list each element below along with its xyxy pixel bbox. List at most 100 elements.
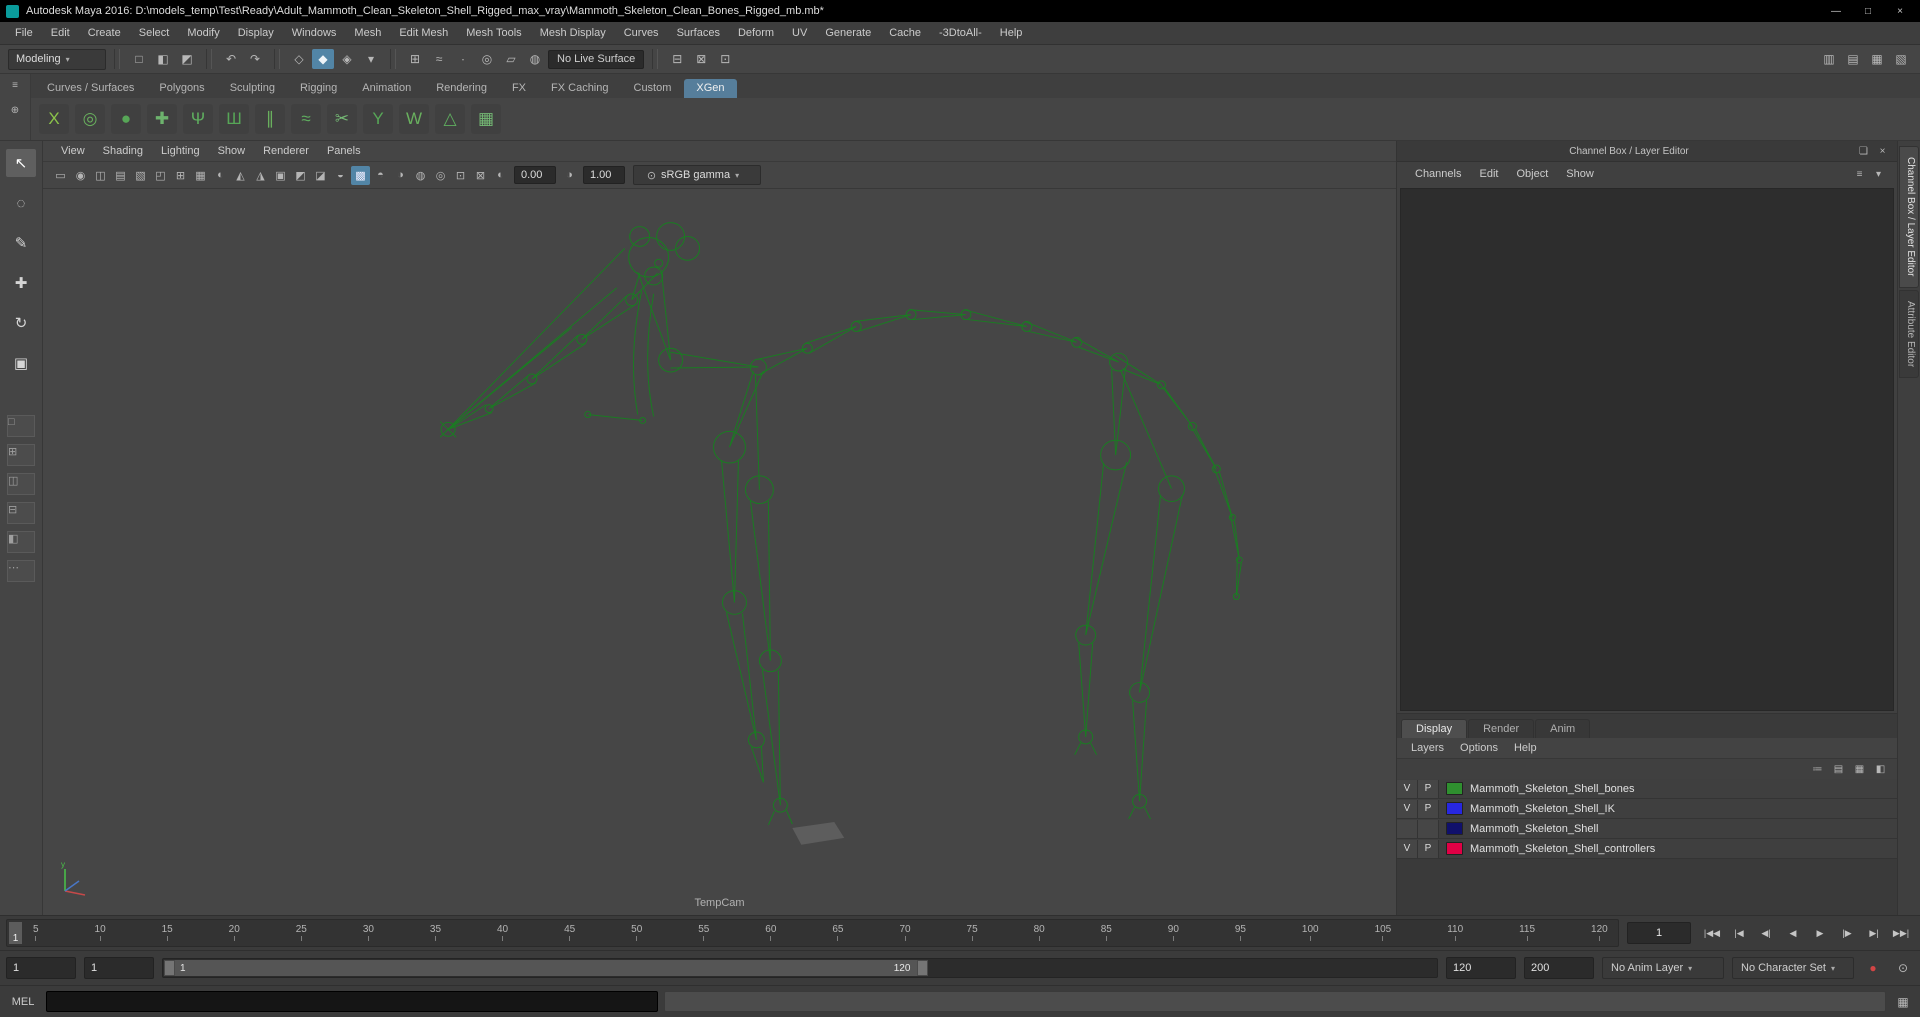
- make-live-icon[interactable]: ◍: [524, 49, 546, 69]
- layer-editor-tab[interactable]: Render: [1468, 719, 1535, 738]
- pan-zoom-icon[interactable]: ◰: [151, 166, 170, 185]
- output-operations-icon[interactable]: ⊠: [690, 49, 712, 69]
- shelf-tabs-toggle-icon[interactable]: ≡: [7, 78, 24, 93]
- status-line-separator[interactable]: [274, 49, 280, 69]
- layer-color-swatch[interactable]: [1446, 802, 1463, 815]
- four-pane-layout-icon[interactable]: ⊞: [7, 444, 35, 466]
- current-frame-field[interactable]: 1: [1627, 922, 1691, 944]
- status-line-separator[interactable]: [390, 49, 396, 69]
- step-back-frame-button[interactable]: ◀|: [1753, 922, 1779, 944]
- layer-playback-toggle[interactable]: P: [1418, 779, 1439, 798]
- xgen-shelf-icon[interactable]: ▦: [471, 104, 501, 134]
- safe-title-icon[interactable]: ◩: [291, 166, 310, 185]
- shelf-tab[interactable]: Custom: [622, 79, 684, 98]
- live-surface-field[interactable]: No Live Surface: [548, 49, 645, 69]
- xgen-shelf-icon[interactable]: W: [399, 104, 429, 134]
- scale-tool-icon[interactable]: ▣: [6, 349, 36, 377]
- snap-point-icon[interactable]: ∙: [452, 49, 474, 69]
- status-line-separator[interactable]: [114, 49, 120, 69]
- layer-row[interactable]: V P Mammoth_Skeleton_Shell_IK: [1397, 799, 1897, 819]
- range-start-handle[interactable]: [164, 960, 175, 976]
- auto-keyframe-button[interactable]: ●: [1862, 958, 1884, 978]
- character-set-dropdown[interactable]: No Character Set ▾: [1732, 957, 1854, 979]
- wireframe-icon[interactable]: ◪: [311, 166, 330, 185]
- snap-projected-center-icon[interactable]: ◎: [476, 49, 498, 69]
- shelf-tab[interactable]: Animation: [350, 79, 423, 98]
- channel-speed-icon[interactable]: ▾: [1870, 167, 1887, 182]
- range-end-handle[interactable]: [917, 960, 929, 976]
- menu-item[interactable]: UV: [783, 23, 816, 44]
- camera-attributes-icon[interactable]: ◫: [91, 166, 110, 185]
- snap-grid-icon[interactable]: ⊞: [404, 49, 426, 69]
- dock-tab[interactable]: Attribute Editor: [1899, 289, 1919, 378]
- panel-menu-item[interactable]: View: [53, 145, 93, 157]
- single-pane-layout-icon[interactable]: □: [7, 415, 35, 437]
- layer-editor-menu-item[interactable]: Options: [1452, 742, 1506, 754]
- menu-item[interactable]: Windows: [283, 23, 346, 44]
- exposure-field[interactable]: 0.00: [514, 166, 556, 184]
- menu-item[interactable]: Cache: [880, 23, 930, 44]
- gamma-icon[interactable]: ◑: [560, 166, 579, 185]
- xgen-shelf-icon[interactable]: ●: [111, 104, 141, 134]
- panel-menu-item[interactable]: Lighting: [153, 145, 208, 157]
- close-panel-icon[interactable]: ×: [1874, 144, 1891, 159]
- select-object-icon[interactable]: ◆: [312, 49, 334, 69]
- menu-item[interactable]: File: [6, 23, 42, 44]
- channel-box-menu-item[interactable]: Edit: [1471, 168, 1506, 180]
- select-tool-icon[interactable]: ↖: [6, 149, 36, 177]
- layer-playback-toggle[interactable]: P: [1418, 799, 1439, 818]
- menu-item[interactable]: Display: [229, 23, 283, 44]
- shelf-tab[interactable]: FX: [500, 79, 538, 98]
- select-hierarchy-icon[interactable]: ◇: [288, 49, 310, 69]
- status-line-separator[interactable]: [206, 49, 212, 69]
- field-chart-icon[interactable]: ◮: [251, 166, 270, 185]
- new-layer-from-selected-icon[interactable]: ▦: [1851, 762, 1868, 777]
- film-gate-icon[interactable]: ▦: [191, 166, 210, 185]
- shelf-tab[interactable]: Sculpting: [218, 79, 287, 98]
- open-scene-icon[interactable]: ◧: [152, 49, 174, 69]
- paint-select-tool-icon[interactable]: ✎: [6, 229, 36, 257]
- panel-menu-item[interactable]: Shading: [95, 145, 151, 157]
- animation-start-field[interactable]: 1: [6, 957, 76, 979]
- three-pane-layout-icon[interactable]: ◧: [7, 531, 35, 553]
- shelf-tab[interactable]: Rigging: [288, 79, 349, 98]
- layer-color-swatch[interactable]: [1446, 782, 1463, 795]
- xgen-shelf-icon[interactable]: ≈: [291, 104, 321, 134]
- time-slider[interactable]: 1 5 10 15 20 25 30 35 40 45 50 55 60 65 …: [6, 919, 1619, 947]
- new-empty-layer-icon[interactable]: ▤: [1830, 762, 1847, 777]
- shelf-tab[interactable]: Rendering: [424, 79, 499, 98]
- gate-mask-icon[interactable]: ◭: [231, 166, 250, 185]
- channel-manipulator-icon[interactable]: ≡: [1851, 167, 1868, 182]
- menu-item[interactable]: Curves: [615, 23, 668, 44]
- dock-tab[interactable]: Channel Box / Layer Editor: [1899, 146, 1919, 288]
- panel-menu-item[interactable]: Panels: [319, 145, 369, 157]
- menu-item[interactable]: Generate: [816, 23, 880, 44]
- shelf-tab[interactable]: Curves / Surfaces: [35, 79, 146, 98]
- channel-box-toggle-icon[interactable]: ▦: [1866, 49, 1888, 69]
- close-button[interactable]: ×: [1886, 3, 1914, 19]
- layer-color-swatch[interactable]: [1446, 822, 1463, 835]
- layer-editor-menu-item[interactable]: Layers: [1403, 742, 1452, 754]
- go-to-start-button[interactable]: |◀◀: [1699, 922, 1725, 944]
- xgen-shelf-icon[interactable]: △: [435, 104, 465, 134]
- sort-layers-icon[interactable]: ≔: [1809, 762, 1826, 777]
- xgen-shelf-icon[interactable]: ∥: [255, 104, 285, 134]
- playback-range-bar[interactable]: 1 120: [164, 960, 929, 976]
- go-to-end-button[interactable]: ▶▶|: [1888, 922, 1914, 944]
- float-panel-icon[interactable]: ❏: [1855, 144, 1872, 159]
- layer-row[interactable]: V P Mammoth_Skeleton_Shell_bones: [1397, 779, 1897, 799]
- snap-view-plane-icon[interactable]: ▱: [500, 49, 522, 69]
- panel-menu-item[interactable]: Renderer: [255, 145, 317, 157]
- shelf-tab[interactable]: FX Caching: [539, 79, 620, 98]
- grid-icon[interactable]: ⊞: [171, 166, 190, 185]
- xgen-shelf-icon[interactable]: Ш: [219, 104, 249, 134]
- playback-end-field[interactable]: 120: [1446, 957, 1516, 979]
- shelf-editor-icon[interactable]: ⊕: [7, 103, 24, 118]
- play-backwards-button[interactable]: ◀: [1780, 922, 1806, 944]
- play-forwards-button[interactable]: ▶: [1807, 922, 1833, 944]
- menu-set-dropdown[interactable]: Modeling ▾: [8, 48, 106, 70]
- xgen-shelf-icon[interactable]: X: [39, 104, 69, 134]
- channel-box-menu-item[interactable]: Show: [1558, 168, 1602, 180]
- layer-color-swatch[interactable]: [1446, 842, 1463, 855]
- layer-visibility-toggle[interactable]: V: [1397, 839, 1418, 858]
